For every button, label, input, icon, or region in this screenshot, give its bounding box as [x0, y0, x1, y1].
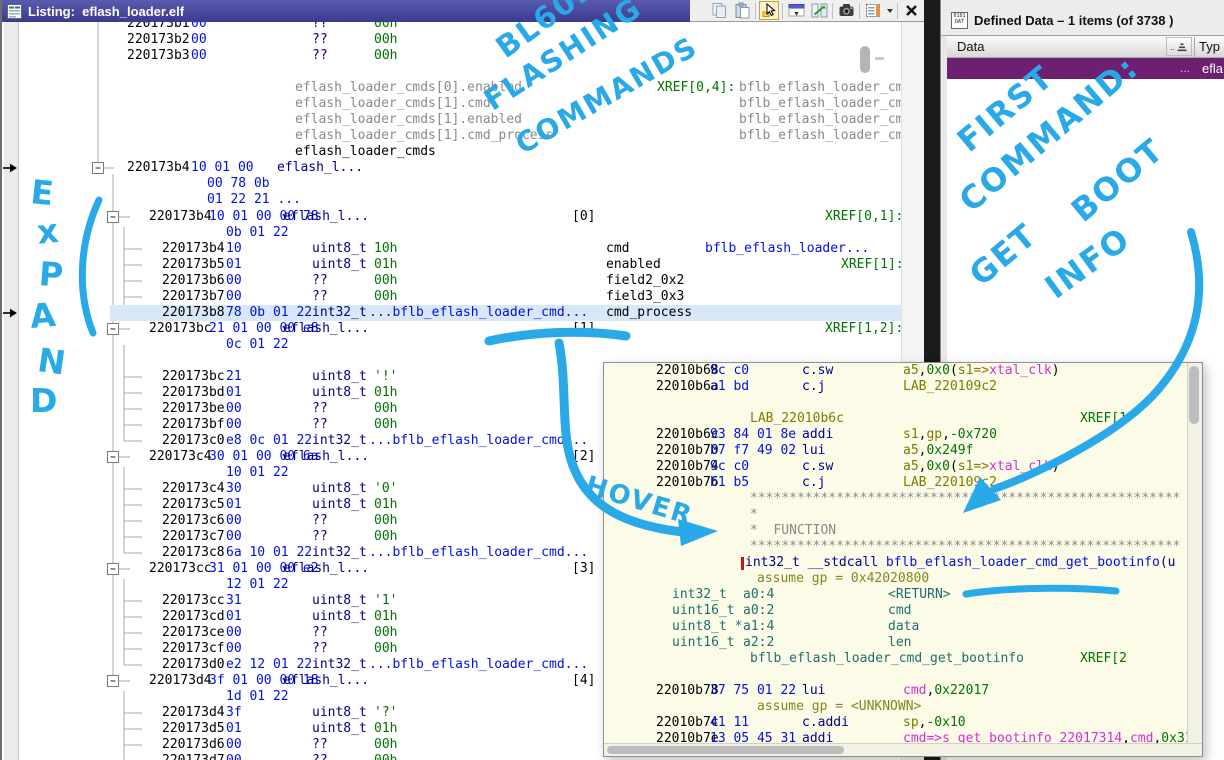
close-icon[interactable]	[901, 1, 921, 20]
popup-row[interactable]: ****************************************…	[604, 491, 1187, 507]
popup-row[interactable]: int32_ta0:4<RETURN>	[604, 587, 1187, 603]
popup-row[interactable]: 22010b749c c0c.swa5,0x0(s1=>xtal_clk)	[604, 459, 1187, 475]
column-header-type[interactable]: Typ	[1199, 39, 1220, 54]
field-header-icon[interactable]	[786, 1, 806, 20]
popup-cursor-caret	[741, 557, 744, 570]
listing-row[interactable]: 01 22 21 ...	[19, 192, 901, 208]
window-title: Listing: eflash_loader.elf	[28, 4, 184, 19]
selected-row-data-cell: ...	[1180, 61, 1190, 75]
chevron-down-icon[interactable]	[886, 8, 894, 14]
popup-row[interactable]: 22010b7837 75 01 22luicmd,0x22017	[604, 683, 1187, 699]
toolbar-separator	[897, 3, 898, 19]
popup-row[interactable]: assume gp = <UNKNOWN>	[604, 699, 1187, 715]
defined-data-title: Defined Data – 1 items (of 3738 )	[974, 13, 1173, 28]
copy-icon[interactable]	[709, 1, 729, 20]
listing-row[interactable]: 220173b410 01 00 00 78eflash_l...[0]XREF…	[19, 209, 901, 225]
screen: Listing: eflash_loader.elf	[0, 0, 1224, 760]
paste-icon[interactable]	[732, 1, 752, 20]
markup-diff-icon[interactable]	[809, 1, 829, 20]
toolbar-separator	[859, 3, 860, 19]
listing-row[interactable]: 220173b600??00hfield2_0x2	[19, 273, 901, 289]
toolbar-separator	[755, 3, 756, 19]
listing-row[interactable]: eflash_loader_cmds[0].enabledXREF[0,4]:b…	[19, 80, 901, 96]
listing-row[interactable]: 220173b100??00h	[19, 22, 901, 32]
listing-row[interactable]: 220173b410 01 00eflash_l...	[19, 160, 901, 176]
popup-row[interactable]: 22010b6aa1 bdc.jLAB_220109c2	[604, 379, 1187, 395]
popup-row[interactable]: uint8_t *a1:4data	[604, 619, 1187, 635]
popup-row[interactable]: *	[604, 507, 1187, 523]
sort-icon[interactable]: ..	[1166, 37, 1192, 56]
popup-row[interactable]: uint16_ta0:2cmd	[604, 603, 1187, 619]
popup-row[interactable]: * FUNCTION	[604, 523, 1187, 539]
listing-row[interactable]: 220173b700??00hfield3_0x3	[19, 289, 901, 305]
popup-hscrollbar-thumb[interactable]	[607, 746, 844, 754]
listing-icon	[7, 4, 22, 19]
toolbar-separator	[782, 3, 783, 19]
popup-row[interactable]: 22010b7c41 11c.addisp,-0x10	[604, 715, 1187, 731]
popup-row[interactable]: LAB_22010b6cXREF[1	[604, 411, 1187, 427]
listing-scrollbar-mark	[875, 57, 884, 60]
popup-row[interactable]: 22010b70b7 f7 49 02luia5,0x249f	[604, 443, 1187, 459]
toolbar-separator	[832, 3, 833, 19]
popup-row[interactable]: 22010b7e13 05 45 31addicmd=>s_get_bootin…	[604, 731, 1187, 743]
listing-row[interactable]: 0b 01 22	[19, 225, 901, 241]
column-divider[interactable]	[1194, 37, 1195, 57]
listing-row[interactable]: eflash_loader_cmds[1].enabledbflb_eflash…	[19, 112, 901, 128]
popup-disassembly: 22010b689c c0c.swa5,0x0(s1=>xtal_clk)220…	[604, 363, 1187, 743]
popup-row[interactable]: 22010b6c93 84 01 8eaddis1,gp,-0x720	[604, 427, 1187, 443]
column-header-data[interactable]: Data	[957, 39, 984, 54]
popup-row[interactable]: 22010b689c c0c.swa5,0x0(s1=>xtal_clk)	[604, 363, 1187, 379]
display-options-icon[interactable]	[863, 1, 883, 20]
cursor-select-icon[interactable]	[759, 1, 779, 20]
snapshot-icon[interactable]	[836, 1, 856, 20]
listing-toolbar	[690, 0, 924, 22]
listing-row[interactable]: 0c 01 22	[19, 337, 901, 353]
listing-row[interactable]: eflash_loader_cmds	[19, 144, 901, 160]
popup-row[interactable]: ****************************************…	[604, 539, 1187, 555]
popup-vscrollbar-thumb[interactable]	[1189, 366, 1199, 424]
listing-scrollbar-thumb[interactable]	[860, 46, 870, 73]
listing-row[interactable]: 220173b410uint8_t10hcmdbflb_eflash_loade…	[19, 241, 901, 257]
popup-row[interactable]: assume gp = 0x42020800	[604, 571, 1187, 587]
selected-row-type-cell: efla	[1202, 61, 1223, 76]
listing-margin	[4, 22, 19, 760]
listing-row[interactable]: eflash_loader_cmds[1].cmd_processbflb_ef…	[19, 128, 901, 144]
popup-row[interactable]: uint16_ta2:2len	[604, 635, 1187, 651]
listing-row[interactable]: 00 78 0b	[19, 176, 901, 192]
listing-titlebar[interactable]: Listing: eflash_loader.elf	[2, 0, 690, 22]
listing-row[interactable]: eflash_loader_cmds[1].cmdbflb_eflash_loa…	[19, 96, 901, 112]
listing-row[interactable]: 220173b878 0b 01 22int32_t...bflb_eflash…	[19, 305, 901, 321]
defined-data-icon: 0101 DAT	[951, 12, 968, 29]
listing-row[interactable]: 220173b300??00h	[19, 48, 901, 64]
listing-row[interactable]: 220173bc21 01 00 00 e8eflash_l...[1]XREF…	[19, 321, 901, 337]
popup-row[interactable]: 22010b76b1 b5c.jLAB_220109c2	[604, 475, 1187, 491]
listing-row[interactable]: 220173b501uint8_t01henabledXREF[1]:	[19, 257, 901, 273]
popup-row[interactable]: bflb_eflash_loader_cmd_get_bootinfoXREF[…	[604, 651, 1187, 667]
listing-row[interactable]: 220173b200??00h	[19, 32, 901, 48]
popup-row[interactable]: int32_t __stdcall bflb_eflash_loader_cmd…	[604, 555, 1187, 571]
